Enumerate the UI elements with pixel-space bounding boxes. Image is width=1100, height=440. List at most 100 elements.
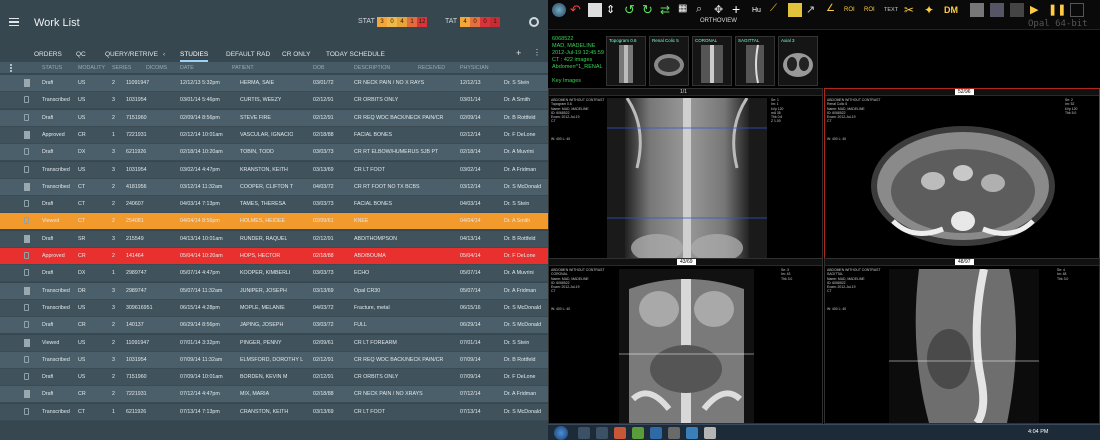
tat-counter[interactable]: 4 xyxy=(460,17,470,27)
taskbar-app-8[interactable] xyxy=(704,427,716,439)
table-row[interactable]: Draft DX 3 6211926 02/18/14 10:20am TOBIN, TO… xyxy=(0,144,548,162)
angle-icon[interactable]: ∠ xyxy=(826,3,840,17)
document-icon[interactable] xyxy=(588,3,602,17)
taskbar-app-4[interactable] xyxy=(632,427,644,439)
dm-tool[interactable]: DM xyxy=(944,5,958,19)
more-icon[interactable]: ⋮ xyxy=(533,48,541,57)
column-menu-icon[interactable] xyxy=(10,64,12,72)
table-row[interactable]: Approved CR 1 7221931 02/12/14 10:01am VASCUL… xyxy=(0,126,548,144)
checkbox[interactable] xyxy=(24,321,29,329)
thumbnail-renal-colic[interactable]: Renal Colic 5 xyxy=(649,36,689,86)
play-icon[interactable]: ▶ xyxy=(1030,3,1044,17)
thumbnail-topogram[interactable]: Topogram 0.6 xyxy=(606,36,646,86)
document-icon[interactable] xyxy=(24,390,30,399)
table-row[interactable]: Draft US 2 7151960 07/09/14 10:01am BORDEN, K… xyxy=(0,369,548,387)
document-icon[interactable] xyxy=(24,234,30,243)
table-row[interactable]: Draft CR 2 140137 06/29/14 8:56pm JAPING, JOS… xyxy=(0,317,548,335)
col-description[interactable]: DESCRIPTION xyxy=(354,65,390,71)
add-icon[interactable]: + xyxy=(516,48,521,58)
grid-icon[interactable]: ▦ xyxy=(678,3,692,17)
checkbox[interactable] xyxy=(24,200,29,208)
taskbar-app-1[interactable] xyxy=(578,427,590,439)
checkbox[interactable] xyxy=(24,355,29,363)
viewport-coronal[interactable]: 43/69 ABDOMEN WITHOUT CONTRAST CORONAL Nam… xyxy=(548,258,823,424)
tat-counters[interactable]: 4001 xyxy=(460,17,500,27)
table-row[interactable]: Draft SR 3 215549 04/13/14 10:01am RUNDER, RA… xyxy=(0,230,548,248)
col-received[interactable]: RECEIVED xyxy=(418,65,445,71)
stat-counter[interactable]: 1 xyxy=(407,17,417,27)
thumbnail-axial[interactable]: Axial 3 xyxy=(778,36,818,86)
tab-studies[interactable]: STUDIES xyxy=(180,51,209,62)
checkbox[interactable] xyxy=(24,148,29,156)
table-row[interactable]: Approved CR 2 141464 05/04/14 10:20am HOPS, H… xyxy=(0,248,548,265)
cine-icon[interactable]: ❚❚ xyxy=(1048,3,1066,17)
tab-default-rad[interactable]: DEFAULT RAD xyxy=(226,51,270,58)
pan-icon[interactable]: ✥ xyxy=(714,3,728,17)
thumbnail-coronal[interactable]: CORONAL xyxy=(692,36,732,86)
thumbnail-sagittal[interactable]: SAGITTAL xyxy=(735,36,775,86)
taskbar-app-5[interactable] xyxy=(650,427,662,439)
menu-icon[interactable] xyxy=(9,18,19,26)
window-icon[interactable] xyxy=(1070,3,1084,17)
checkbox[interactable] xyxy=(24,269,29,277)
col-physician[interactable]: PHYSICIAN xyxy=(460,65,489,71)
table-row[interactable]: Viewed US 2 11091947 07/01/14 3:32pm PINGER, … xyxy=(0,334,548,352)
globe-icon[interactable] xyxy=(552,3,566,17)
rotate-left-icon[interactable]: ↺ xyxy=(624,3,638,17)
text-tool[interactable]: TEXT xyxy=(884,7,898,21)
tab-cr-only[interactable]: CR ONLY xyxy=(282,51,310,58)
col-dob[interactable]: DOB xyxy=(313,65,324,71)
document-icon[interactable] xyxy=(24,130,30,139)
ruler-icon[interactable]: ↗ xyxy=(806,3,820,17)
col-date[interactable]: DATE xyxy=(180,65,194,71)
table-row[interactable]: Viewed CT 2 254081 04/04/14 8:56pm HOLMES, HE… xyxy=(0,213,548,231)
layout-icon[interactable] xyxy=(1010,3,1024,17)
viewport-sagittal[interactable]: 48/97 ABDOMEN WITHOUT CONTRAST SAGITTAL Na… xyxy=(824,258,1100,424)
stat-counters[interactable]: 3 0 4 1 12 xyxy=(377,17,427,27)
viewport-axial[interactable]: 52/96 ABDOMEN WITHOUT CONTRAST Renal Coli… xyxy=(824,88,1100,264)
checkbox[interactable] xyxy=(24,252,29,259)
table-row[interactable]: Transcribed CT 2 4181956 03/12/14 11:32am COO… xyxy=(0,178,548,196)
rotate-right-icon[interactable]: ↻ xyxy=(642,3,656,17)
tab-query-retrive[interactable]: QUERY/RETRIVE xyxy=(105,51,158,58)
stat-counter[interactable]: 0 xyxy=(387,17,397,27)
tat-counter[interactable]: 1 xyxy=(490,17,500,27)
undo-icon[interactable]: ↶ xyxy=(570,3,584,17)
table-row[interactable]: Draft US 2 11091947 12/12/13 5:32pm HERMA, SA… xyxy=(0,75,548,92)
table-row[interactable]: Transcribed US 3 1031954 07/09/14 11:32am ELM… xyxy=(0,351,548,369)
stat-counter[interactable]: 3 xyxy=(377,17,387,27)
checkbox[interactable] xyxy=(24,96,29,104)
table-row[interactable]: Transcribed US 3 309616951 06/15/14 4:28pm MO… xyxy=(0,299,548,317)
table-row[interactable]: Transcribed DR 3 2989747 05/07/14 11:32am JUN… xyxy=(0,282,548,300)
annotate-icon[interactable] xyxy=(788,3,802,17)
checkbox[interactable] xyxy=(24,217,29,225)
gear-icon[interactable] xyxy=(529,17,539,27)
link-icon[interactable] xyxy=(970,3,984,17)
col-patient[interactable]: PATIENT xyxy=(232,65,254,71)
roi-tool[interactable]: ROI xyxy=(844,7,858,21)
col-modality[interactable]: MODALITY xyxy=(78,65,105,71)
taskbar-app-3[interactable] xyxy=(614,427,626,439)
col-series[interactable]: SERIES xyxy=(112,65,131,71)
document-icon[interactable] xyxy=(24,182,30,191)
viewport-topogram[interactable]: 1/1 ABDOMEN WITHOUT CONTRAST Topogram 0.6… xyxy=(548,88,823,264)
auto-icon[interactable] xyxy=(990,3,1004,17)
orthoview-label[interactable]: ORTHOVIEW xyxy=(700,18,737,24)
crosshair-icon[interactable]: + xyxy=(732,2,746,17)
stat-counter[interactable]: 12 xyxy=(417,17,427,27)
document-icon[interactable] xyxy=(24,286,30,295)
chevron-left-icon[interactable]: ‹ xyxy=(163,51,165,58)
flip-icon[interactable]: ⇄ xyxy=(660,3,674,17)
table-row[interactable]: Draft CR 2 7221931 07/12/14 4:47pm MIX, MARIA… xyxy=(0,386,548,404)
checkbox[interactable] xyxy=(24,407,29,415)
document-icon[interactable] xyxy=(24,79,30,87)
tab-today-schedule[interactable]: TODAY SCHEDULE xyxy=(326,51,385,58)
tat-counter[interactable]: 0 xyxy=(470,17,480,27)
lasso-icon[interactable]: ✂ xyxy=(904,3,918,17)
freehand-roi-tool[interactable]: ROI xyxy=(864,7,878,21)
taskbar-app-6[interactable] xyxy=(668,427,680,439)
checkbox[interactable] xyxy=(24,373,29,381)
checkbox[interactable] xyxy=(24,303,29,311)
table-row[interactable]: Draft US 2 7151960 02/09/14 8:56pm STEVE FIRE… xyxy=(0,109,548,127)
table-row[interactable]: Transcribed US 3 1031954 03/01/14 5:46pm CURT… xyxy=(0,92,548,110)
